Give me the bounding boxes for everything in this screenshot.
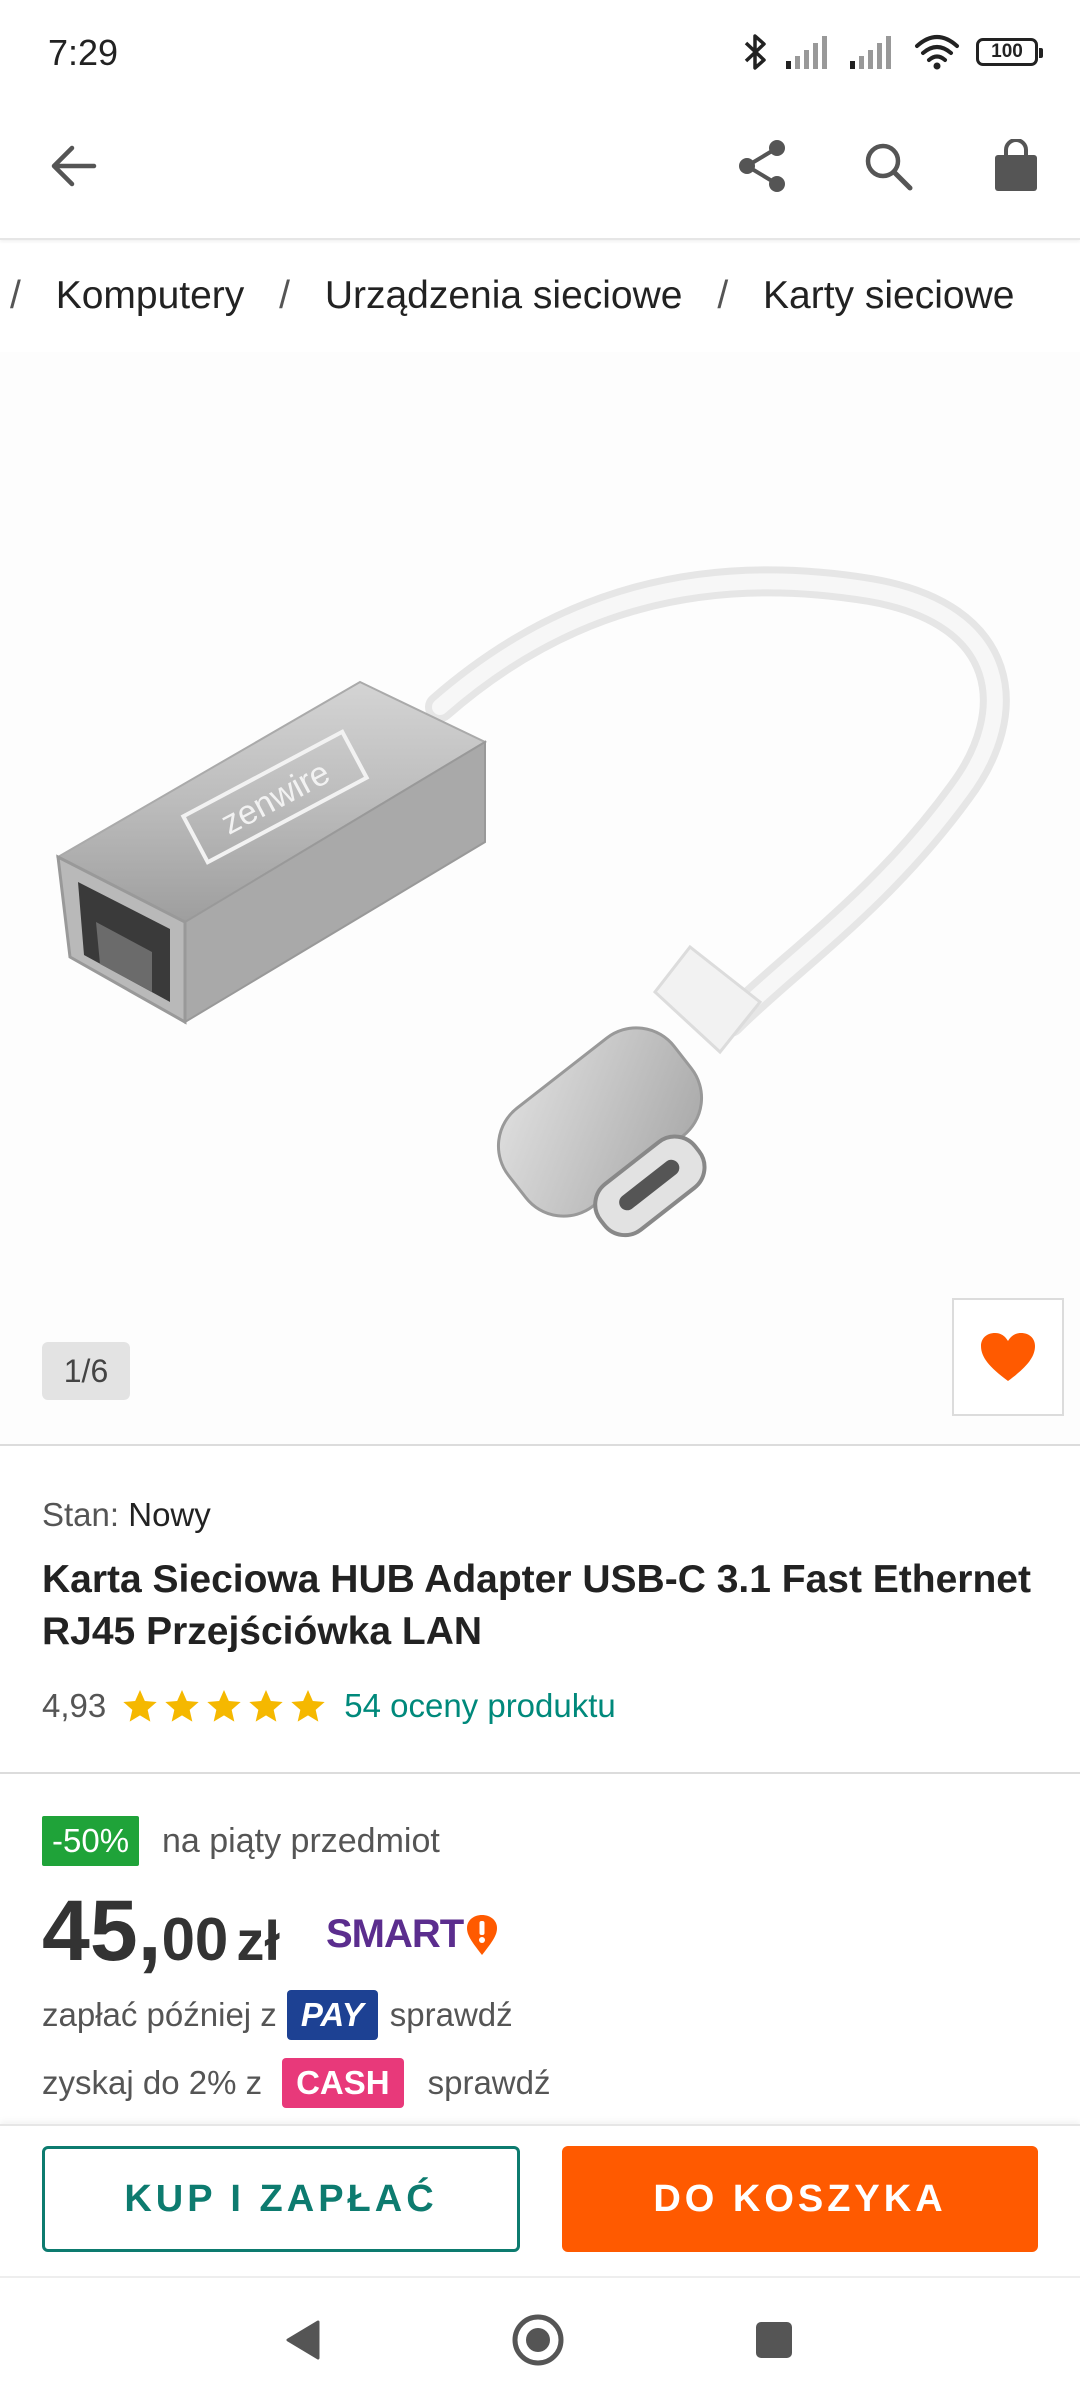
condition-label: Stan: [42,1496,120,1533]
pay-badge: PAY [286,1990,378,2040]
nav-home-button[interactable] [498,2300,578,2380]
buy-now-button[interactable]: KUP I ZAPŁAĆ [42,2146,520,2252]
star-icon [165,1689,199,1722]
nav-home-icon [512,2314,564,2366]
breadcrumb-item-karty-sieciowe[interactable]: Karty sieciowe [763,274,1014,317]
battery-icon: 100 [976,38,1043,66]
system-navigation-bar [0,2276,1080,2402]
price-decimal: 00 [161,1906,229,1973]
breadcrumb-separator: / [10,274,21,317]
nav-back-icon [286,2320,320,2360]
status-time: 7:29 [48,32,119,73]
rating-value: 4,93 [42,1687,107,1724]
heart-icon [981,1333,1035,1381]
breadcrumb-item-urzadzenia-sieciowe[interactable]: Urządzenia sieciowe [325,274,683,317]
breadcrumb-separator: / [717,274,729,317]
add-to-cart-button[interactable]: DO KOSZYKA [562,2146,1038,2252]
cashback-line: zyskaj do 2% z CASH sprawdź [42,2058,551,2108]
cash-badge: CASH [282,2058,404,2108]
smart-label: SMART [326,1912,464,1956]
image-counter: 1/6 [42,1342,130,1400]
pay-later-text: zapłać później z [42,1996,277,2033]
signal-icon-sim2 [850,36,891,69]
nav-recents-button[interactable] [734,2300,814,2380]
bluetooth-icon [744,34,766,70]
signal-icon-sim1 [786,36,827,69]
back-button[interactable] [34,126,114,206]
share-button[interactable] [722,126,802,206]
smart-badge[interactable]: SMART [326,1912,499,1957]
status-icons: 100 [740,30,1043,74]
back-arrow-icon [51,145,97,187]
product-price: 45,00 zł [42,1882,280,1981]
breadcrumb: / Komputery / Urządzenia sieciowe / Kart… [0,240,1080,350]
price-currency: zł [236,1909,280,1972]
product-image: zenwire [55,566,1010,1238]
shopping-bag-icon [995,139,1037,191]
pay-later-line: zapłać później z PAY sprawdź [42,1990,513,2040]
condition-value: Nowy [128,1496,211,1533]
search-icon [865,143,913,191]
product-title: Karta Sieciowa HUB Adapter USB-C 3.1 Fas… [42,1558,1031,1653]
section-divider [0,1772,1080,1774]
battery-level: 100 [991,41,1023,62]
price-integer: 45, [42,1883,162,1979]
star-icon [249,1689,283,1722]
product-rating: 4,93 54 oceny produktu [42,1680,616,1732]
status-bar: 7:29 100 [0,0,1080,104]
star-icon [123,1689,157,1722]
wifi-icon [915,35,959,70]
nav-recents-icon [756,2322,792,2358]
discount-badge: -50% [42,1816,140,1866]
ratings-link[interactable]: 54 oceny produktu [344,1687,616,1725]
star-icon [207,1689,241,1722]
favorite-button[interactable] [952,1298,1064,1416]
rating-stars [120,1685,330,1726]
smart-exclamation-icon [467,1914,498,1955]
cash-check-link[interactable]: sprawdź [428,2064,551,2102]
star-icon [291,1689,325,1722]
product-image-gallery[interactable]: zenwire [0,352,1080,1446]
breadcrumb-separator: / [279,274,290,317]
pay-check-link[interactable]: sprawdź [390,1996,513,2034]
cart-icon-button[interactable] [976,126,1056,206]
cashback-text: zyskaj do 2% z [42,2064,263,2101]
search-button[interactable] [848,126,928,206]
share-icon [739,140,785,192]
product-condition: Stan: Nowy [42,1496,211,1534]
breadcrumb-item-komputery[interactable]: Komputery [56,274,245,317]
nav-back-button[interactable] [262,2300,342,2380]
app-bar [0,104,1080,240]
discount-text: na piąty przedmiot [162,1822,440,1860]
